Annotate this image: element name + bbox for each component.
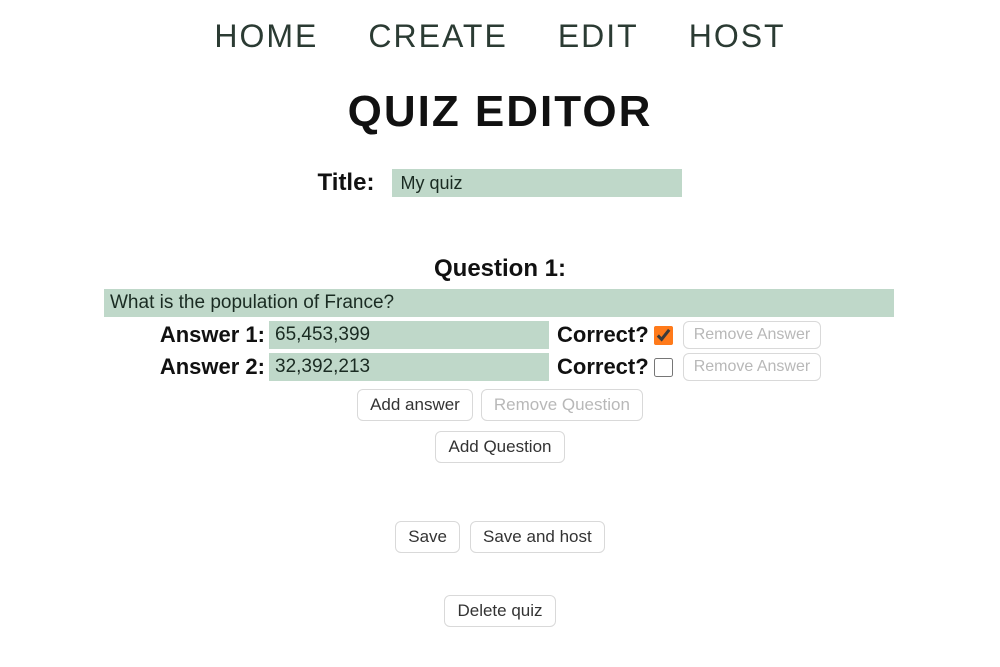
correct-checkbox[interactable]	[654, 358, 673, 377]
remove-answer-button[interactable]: Remove Answer	[683, 321, 822, 349]
save-row: Save Save and host	[0, 521, 1000, 553]
correct-label: Correct?	[557, 322, 649, 348]
title-label: Title:	[318, 169, 375, 197]
title-input[interactable]	[392, 169, 682, 197]
nav-host[interactable]: HOST	[689, 18, 786, 55]
question-heading: Question 1:	[0, 255, 1000, 283]
answer-input[interactable]	[269, 321, 549, 349]
question-text-input[interactable]	[104, 289, 894, 317]
correct-label: Correct?	[557, 354, 649, 380]
answers-list: Answer 1: Correct? Remove Answer Answer …	[0, 321, 1000, 381]
answer-label: Answer 1:	[140, 322, 265, 348]
title-row: Title:	[0, 169, 1000, 197]
delete-row: Delete quiz	[0, 595, 1000, 627]
remove-answer-button[interactable]: Remove Answer	[683, 353, 822, 381]
add-question-row: Add Question	[0, 431, 1000, 463]
add-answer-button[interactable]: Add answer	[357, 389, 473, 421]
answer-label: Answer 2:	[140, 354, 265, 380]
nav-home[interactable]: HOME	[214, 18, 318, 55]
nav-create[interactable]: CREATE	[368, 18, 507, 55]
answer-row: Answer 2: Correct? Remove Answer	[140, 353, 1000, 381]
nav-edit[interactable]: EDIT	[558, 18, 639, 55]
page-title: QUIZ EDITOR	[0, 87, 1000, 137]
answer-row: Answer 1: Correct? Remove Answer	[140, 321, 1000, 349]
add-question-button[interactable]: Add Question	[435, 431, 564, 463]
main-nav: HOME CREATE EDIT HOST	[0, 0, 1000, 65]
correct-checkbox[interactable]	[654, 326, 673, 345]
question-actions: Add answer Remove Question	[0, 389, 1000, 421]
save-button[interactable]: Save	[395, 521, 460, 553]
delete-quiz-button[interactable]: Delete quiz	[444, 595, 555, 627]
save-and-host-button[interactable]: Save and host	[470, 521, 605, 553]
answer-input[interactable]	[269, 353, 549, 381]
question-block: Question 1: Answer 1: Correct? Remove An…	[0, 255, 1000, 463]
remove-question-button[interactable]: Remove Question	[481, 389, 643, 421]
